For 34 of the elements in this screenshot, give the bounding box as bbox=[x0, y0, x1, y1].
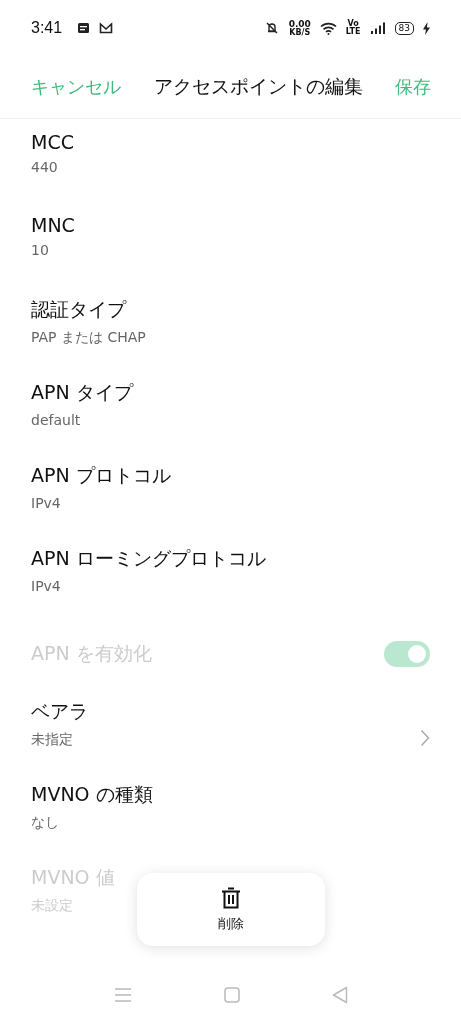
volte-label: Vo bbox=[347, 20, 359, 28]
volte-label: LTE bbox=[345, 28, 361, 36]
mail-icon bbox=[99, 22, 114, 34]
message-icon bbox=[77, 22, 91, 34]
menu-icon[interactable] bbox=[113, 988, 132, 1002]
home-square-icon[interactable] bbox=[223, 987, 240, 1003]
setting-title[interactable]: APN ローミングプロトコル bbox=[31, 546, 266, 572]
trash-icon bbox=[221, 886, 241, 909]
setting-title[interactable]: 認証タイプ bbox=[31, 297, 146, 323]
setting-title[interactable]: MNC bbox=[31, 214, 75, 236]
setting-value: 10 bbox=[31, 242, 50, 258]
signal-icon bbox=[369, 22, 386, 34]
net-unit: KB/S bbox=[289, 28, 311, 37]
chevron-right-icon bbox=[420, 729, 430, 747]
page-title: アクセスポイントの編集 bbox=[153, 74, 363, 99]
setting-title[interactable]: MVNO の種類 bbox=[31, 782, 153, 808]
setting-title[interactable]: ベアラ bbox=[31, 699, 88, 725]
setting-value: なし bbox=[31, 814, 60, 832]
setting-value: 440 bbox=[31, 159, 59, 175]
delete-button[interactable]: 削除 bbox=[137, 873, 325, 946]
setting-title[interactable]: APN プロトコル bbox=[31, 463, 171, 489]
setting-value: IPv4 bbox=[31, 495, 62, 511]
setting-value: default bbox=[31, 412, 82, 428]
battery-indicator: 83 bbox=[394, 21, 414, 35]
setting-value: 未指定 bbox=[31, 731, 74, 749]
net-speed: 0.00 bbox=[288, 19, 311, 29]
status-time: 3:41 bbox=[31, 19, 63, 37]
charging-bolt-icon bbox=[423, 21, 430, 35]
setting-title[interactable]: MCC bbox=[31, 131, 74, 153]
back-triangle-icon[interactable] bbox=[331, 986, 348, 1004]
setting-value: PAP または CHAP bbox=[31, 329, 146, 347]
setting-value: IPv4 bbox=[31, 578, 62, 594]
wifi-icon bbox=[319, 21, 337, 35]
setting-title[interactable]: APN タイプ bbox=[31, 380, 133, 406]
